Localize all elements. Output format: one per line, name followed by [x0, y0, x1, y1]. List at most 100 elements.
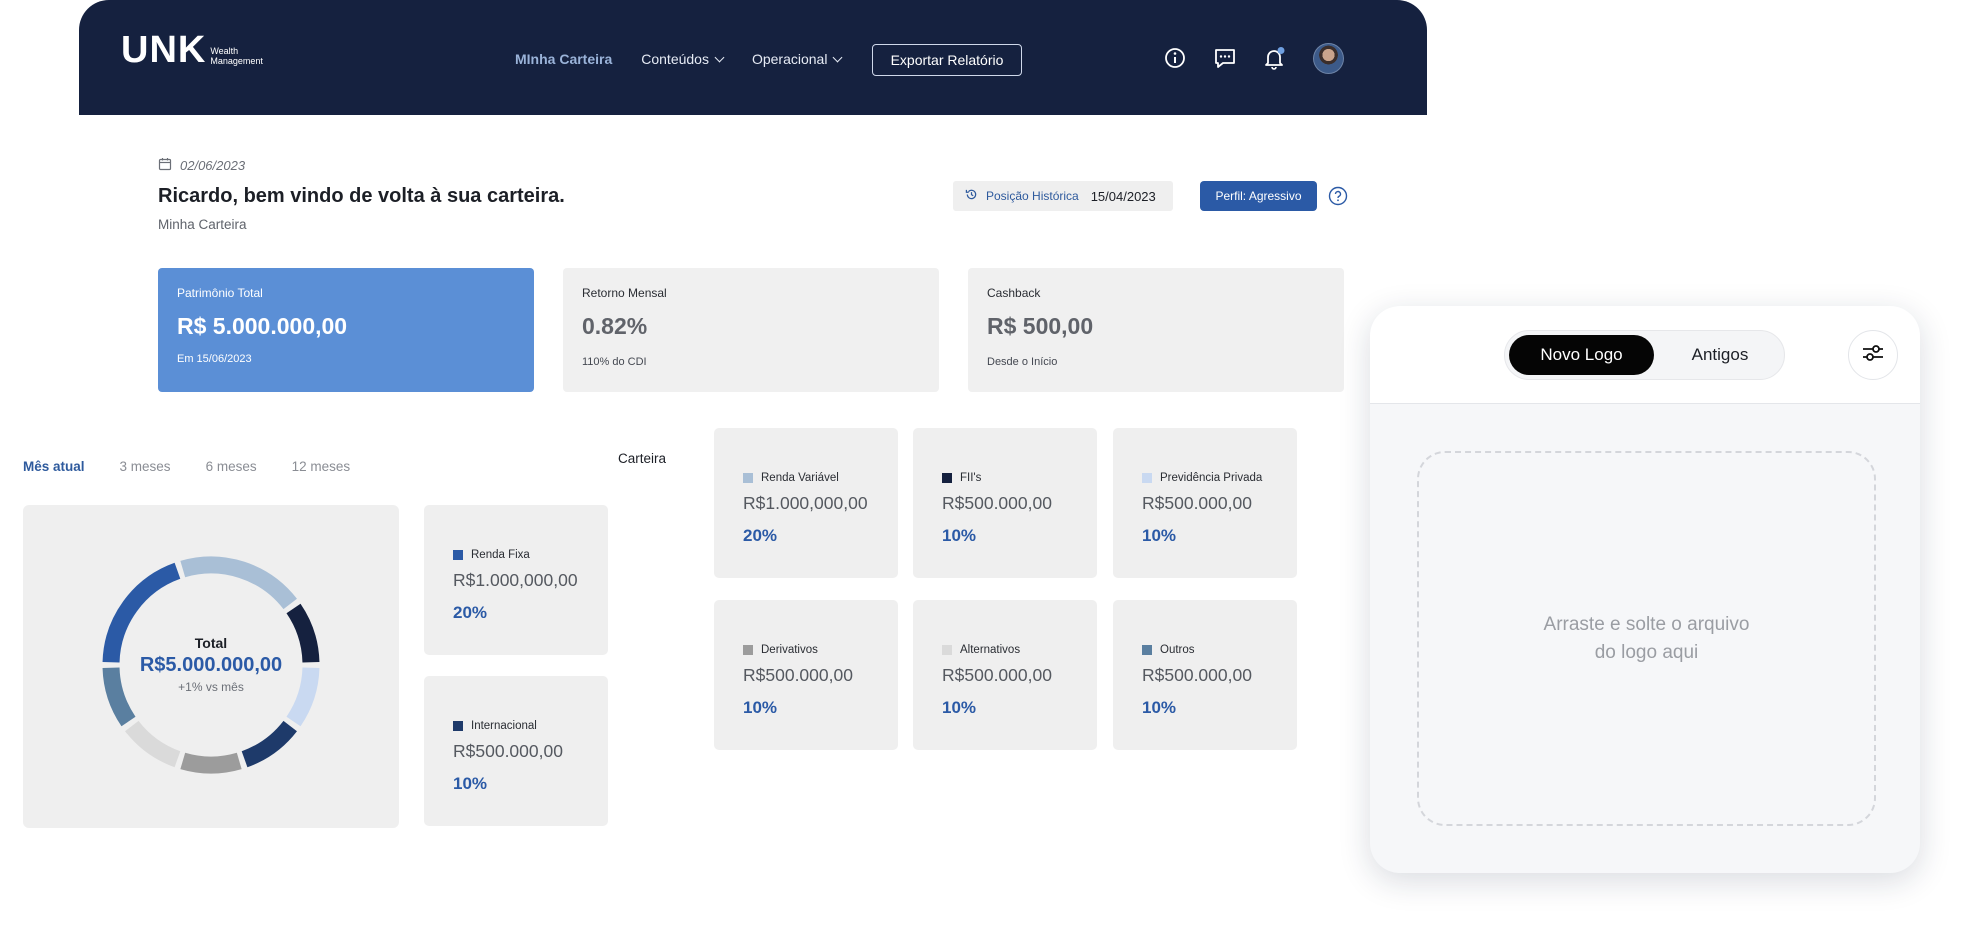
donut-total-value: R$5.000.000,00	[139, 654, 283, 676]
allocation-value: R$500.000,00	[453, 741, 563, 761]
donut-segment	[125, 720, 181, 768]
tab-3-meses[interactable]: 3 meses	[120, 459, 171, 474]
allocation-card[interactable]: Renda Variável R$1.000,000,00 20%	[714, 428, 898, 578]
bell-icon[interactable]	[1262, 46, 1286, 70]
donut-title: Total	[194, 635, 228, 651]
stat-label: Patrimônio Total	[177, 286, 263, 300]
main-nav: MInha Carteira Conteúdos Operacional	[515, 0, 843, 118]
legend-swatch	[942, 645, 952, 655]
legend-swatch	[1142, 645, 1152, 655]
allocation-name: Renda Fixa	[471, 549, 530, 561]
stat-value: 0.82%	[582, 313, 648, 339]
question-icon[interactable]	[1328, 186, 1348, 211]
donut-center: Total R$5.000.000,00 +1% vs mês	[23, 635, 399, 694]
allocation-header: Previdência Privada	[1142, 472, 1268, 484]
allocation-value: R$500.000,00	[942, 665, 1052, 685]
top-navbar: UNK Wealth Management MInha Carteira Con…	[79, 0, 1427, 115]
allocation-header: Derivativos	[743, 644, 869, 656]
chevron-down-icon	[833, 52, 843, 62]
allocation-name: Alternativos	[960, 644, 1021, 656]
export-report-button[interactable]: Exportar Relatório	[872, 44, 1022, 76]
tab-novo-logo[interactable]: Novo Logo	[1509, 335, 1654, 375]
allocation-value: R$500.000,00	[1142, 665, 1252, 685]
tab-mes-atual[interactable]: Mês atual	[23, 459, 85, 474]
allocation-value: R$500.000,00	[743, 665, 853, 685]
portfolio-donut-card: Total R$5.000.000,00 +1% vs mês	[23, 505, 399, 828]
logo-sub-line-2: Management	[210, 56, 263, 66]
sliders-icon	[1860, 340, 1886, 371]
legend-swatch	[743, 645, 753, 655]
history-date: 15/04/2023	[1090, 188, 1156, 204]
stat-note: 110% do CDI	[582, 356, 647, 368]
allocation-percent: 20%	[453, 603, 488, 622]
allocation-card[interactable]: FII's R$500.000,00 10%	[913, 428, 1097, 578]
logo-dropzone[interactable]: Arraste e solte o arquivo do logo aqui	[1417, 451, 1876, 826]
allocation-header: Internacional	[453, 720, 579, 732]
stat-card-patrimonio[interactable]: Patrimônio Total R$ 5.000.000,00 Em 15/0…	[158, 268, 534, 392]
stat-value: R$ 5.000.000,00	[177, 313, 348, 339]
logo-mark: UNK	[121, 29, 207, 71]
tab-antigos[interactable]: Antigos	[1657, 335, 1783, 375]
allocation-percent: 10%	[942, 526, 977, 545]
allocation-value: R$500.000,00	[1142, 493, 1252, 513]
nav-operacional[interactable]: Operacional	[751, 51, 843, 67]
allocation-name: FII's	[960, 472, 982, 484]
allocation-percent: 10%	[1142, 698, 1177, 717]
tab-12-meses[interactable]: 12 meses	[292, 459, 351, 474]
page-title: Ricardo, bem vindo de volta à sua cartei…	[158, 185, 565, 207]
allocation-card[interactable]: Outros R$500.000,00 10%	[1113, 600, 1297, 750]
donut-segment	[180, 752, 242, 774]
brand-logo[interactable]: UNK Wealth Management	[121, 29, 263, 71]
allocation-percent: 10%	[942, 698, 977, 717]
dropzone-text-line-1: Arraste e solte o arquivo	[1543, 613, 1750, 635]
allocation-header: Outros	[1142, 644, 1268, 656]
nav-label: Operacional	[751, 51, 828, 67]
donut-change-note: +1% vs mês	[178, 680, 244, 694]
profile-button[interactable]: Perfil: Agressivo	[1200, 181, 1317, 211]
logo-upload-panel: Novo Logo Antigos Arraste e solte o arqu…	[1370, 306, 1920, 873]
allocation-percent: 10%	[453, 774, 488, 793]
nav-label: MInha Carteira	[515, 51, 613, 67]
stat-note: Em 15/06/2023	[177, 353, 252, 365]
allocation-card[interactable]: Previdência Privada R$500.000,00 10%	[1113, 428, 1297, 578]
legend-swatch	[1142, 473, 1152, 483]
historical-position-picker[interactable]: Posição Histórica 15/04/2023	[953, 181, 1173, 211]
allocation-name: Previdência Privada	[1160, 472, 1263, 484]
legend-swatch	[743, 473, 753, 483]
allocation-name: Outros	[1160, 644, 1195, 656]
nav-minha-carteira[interactable]: MInha Carteira	[515, 51, 612, 67]
stat-note: Desde o Início	[987, 356, 1058, 368]
donut-segment	[180, 556, 297, 610]
dropzone-text: Arraste e solte o arquivo do logo aqui	[1527, 611, 1767, 667]
allocation-name: Internacional	[471, 720, 537, 732]
info-icon[interactable]	[1163, 46, 1187, 70]
allocation-header: FII's	[942, 472, 1068, 484]
logo-sub-line-1: Wealth	[210, 46, 239, 56]
allocation-name: Derivativos	[761, 644, 818, 656]
nav-conteudos[interactable]: Conteúdos	[641, 51, 725, 67]
tab-6-meses[interactable]: 6 meses	[206, 459, 257, 474]
stat-label: Cashback	[987, 286, 1041, 300]
legend-swatch	[942, 473, 952, 483]
carteira-label: Carteira	[618, 451, 667, 466]
allocation-card[interactable]: Renda Fixa R$1.000,000,00 20%	[424, 505, 608, 655]
legend-swatch	[453, 721, 463, 731]
allocation-card[interactable]: Alternativos R$500.000,00 10%	[913, 600, 1097, 750]
allocation-card[interactable]: Internacional R$500.000,00 10%	[424, 676, 608, 826]
stat-card-cashback[interactable]: Cashback R$ 500,00 Desde o Início	[968, 268, 1344, 392]
user-avatar[interactable]	[1313, 43, 1344, 74]
allocation-percent: 10%	[743, 698, 778, 717]
donut-segment	[241, 720, 297, 768]
stat-label: Retorno Mensal	[582, 286, 667, 300]
allocation-name: Renda Variável	[761, 472, 839, 484]
date-text: 02/06/2023	[180, 158, 246, 173]
chevron-down-icon	[714, 52, 725, 62]
logo-segmented-control: Novo Logo Antigos	[1504, 330, 1785, 380]
chat-icon[interactable]	[1213, 46, 1237, 70]
allocation-header: Renda Fixa	[453, 549, 579, 561]
allocation-header: Alternativos	[942, 644, 1068, 656]
allocation-card[interactable]: Derivativos R$500.000,00 10%	[714, 600, 898, 750]
filter-settings-button[interactable]	[1848, 330, 1898, 380]
allocation-value: R$1.000,000,00	[743, 493, 868, 513]
stat-card-retorno[interactable]: Retorno Mensal 0.82% 110% do CDI	[563, 268, 939, 392]
